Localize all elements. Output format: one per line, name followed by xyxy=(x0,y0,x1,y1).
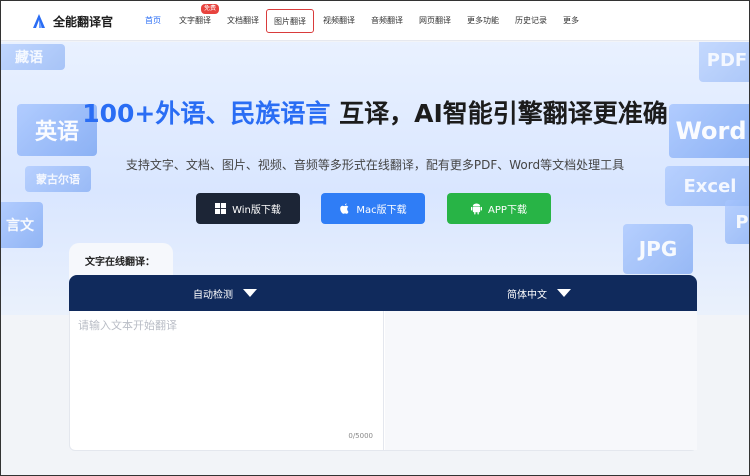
nav-item-image-translate[interactable]: 图片翻译 xyxy=(266,9,314,33)
target-language-select[interactable]: 简体中文 xyxy=(507,275,571,311)
nav-item-label: 历史记录 xyxy=(515,16,547,25)
apple-icon xyxy=(339,202,350,215)
decor-card-jpg: JPG xyxy=(623,224,693,274)
source-language-select[interactable]: 自动检测 xyxy=(193,275,257,311)
target-language-label: 简体中文 xyxy=(507,289,547,301)
mac-download-label: Mac版下载 xyxy=(356,205,407,216)
top-navigation: 全能翻译官 首页 文字翻译 免费 文档翻译 图片翻译 视频翻译 音频翻译 网页翻… xyxy=(1,1,749,41)
nav-item-label: 更多功能 xyxy=(467,16,499,25)
decor-card-p: P xyxy=(725,200,749,244)
nav-item-label: 网页翻译 xyxy=(419,16,451,25)
chevron-down-icon xyxy=(243,289,257,297)
decor-card-pdf: PDF xyxy=(699,42,749,82)
hero-subtitle: 支持文字、文档、图片、视频、音频等多形式在线翻译，配有更多PDF、Word等文档… xyxy=(125,158,625,172)
logo-icon xyxy=(33,14,45,28)
hero-title: 100+外语、民族语言 互译，AI智能引擎翻译更准确 xyxy=(1,94,749,130)
nav-item-label: 音频翻译 xyxy=(371,16,403,25)
nav-item-more-features[interactable]: 更多功能 xyxy=(463,9,503,33)
nav-item-home[interactable]: 首页 xyxy=(141,9,165,33)
nav-item-more[interactable]: 更多 xyxy=(559,9,583,33)
source-pane: 0/5000 xyxy=(70,311,384,450)
decor-card: 藏语 xyxy=(1,44,65,70)
language-bar: 自动检测 简体中文 xyxy=(69,275,697,311)
free-badge: 免费 xyxy=(201,4,220,14)
chevron-down-icon xyxy=(557,289,571,297)
nav-item-label: 文档翻译 xyxy=(227,16,259,25)
nav-item-label: 更多 xyxy=(563,16,579,25)
win-download-button[interactable]: Win版下载 xyxy=(196,193,300,224)
nav-item-text-translate[interactable]: 文字翻译 免费 xyxy=(175,4,220,33)
nav-item-video-translate[interactable]: 视频翻译 xyxy=(319,9,359,33)
app-logo[interactable]: 全能翻译官 xyxy=(31,11,113,31)
source-text-input[interactable] xyxy=(78,317,374,425)
win-download-label: Win版下载 xyxy=(232,205,281,216)
nav-item-history[interactable]: 历史记录 xyxy=(511,9,551,33)
nav-item-web-translate[interactable]: 网页翻译 xyxy=(415,9,455,33)
app-name: 全能翻译官 xyxy=(53,14,114,29)
online-translate-tab[interactable]: 文字在线翻译： xyxy=(69,243,173,279)
source-language-label: 自动检测 xyxy=(193,289,233,301)
result-pane xyxy=(385,311,697,450)
app-download-button[interactable]: APP下载 xyxy=(447,193,551,224)
translate-panel: 0/5000 xyxy=(69,311,697,451)
nav-item-audio-translate[interactable]: 音频翻译 xyxy=(367,9,407,33)
nav-item-label: 视频翻译 xyxy=(323,16,355,25)
windows-icon xyxy=(215,203,227,214)
char-counter: 0/5000 xyxy=(348,432,373,440)
hero-title-highlight: 100+外语、民族语言 xyxy=(82,99,331,128)
nav-item-document-translate[interactable]: 文档翻译 xyxy=(223,9,263,33)
app-download-label: APP下载 xyxy=(488,205,527,216)
mac-download-button[interactable]: Mac版下载 xyxy=(321,193,425,224)
android-icon xyxy=(471,203,483,215)
nav-item-label: 首页 xyxy=(145,16,161,25)
nav-item-label: 文字翻译 xyxy=(179,16,211,25)
nav-item-label: 图片翻译 xyxy=(274,17,306,26)
hero-title-rest: 互译，AI智能引擎翻译更准确 xyxy=(330,99,668,128)
decor-card: 言文 xyxy=(1,202,43,248)
